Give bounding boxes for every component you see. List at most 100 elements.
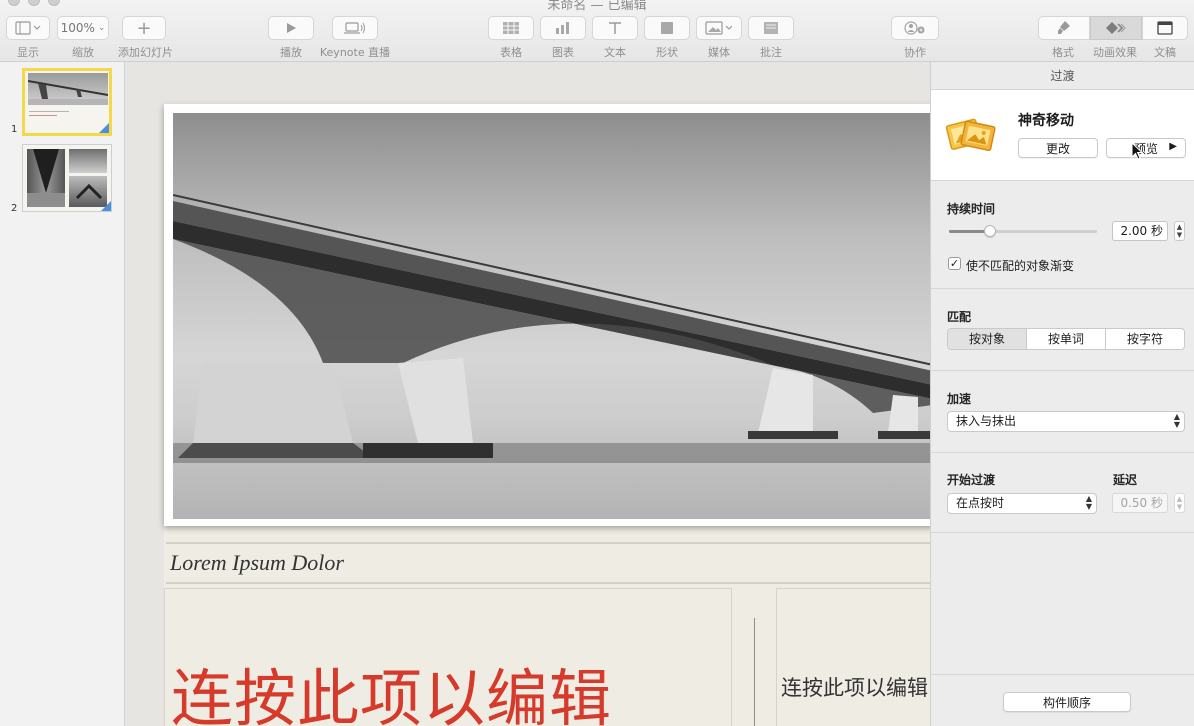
section-divider: [931, 674, 1194, 675]
format-button[interactable]: 格式: [1038, 16, 1090, 60]
slide-number: 1: [11, 124, 18, 135]
slide-number: 2: [11, 203, 18, 214]
chart-button[interactable]: 图表: [540, 16, 586, 60]
shape-label: 形状: [656, 46, 678, 59]
match-by-object[interactable]: 按对象: [948, 329, 1027, 349]
document-icon: [1157, 21, 1173, 35]
format-label: 格式: [1052, 46, 1074, 59]
slide-title-placeholder[interactable]: 连按此项以编辑: [171, 648, 612, 726]
zoom-value: 100%: [60, 21, 95, 35]
media-icon: [705, 21, 733, 35]
current-slide[interactable]: Lorem Ipsum Dolor 连按此项以编辑 连按此项以编辑: [164, 102, 930, 726]
slide-thumbnail-1[interactable]: [22, 68, 112, 136]
bridge-illustration: [173, 194, 930, 519]
add-slide-button[interactable]: + 添加幻灯片: [118, 16, 173, 60]
checkmark-icon: ✓: [949, 257, 960, 270]
zoom-label: 缩放: [72, 46, 94, 59]
build-order-button[interactable]: 构件顺序: [1003, 692, 1131, 712]
thumbnail-text-line: [29, 111, 69, 112]
paintbrush-icon: [1058, 21, 1070, 34]
start-transition-popup[interactable]: 在点按时 ▲ ▼: [947, 493, 1097, 514]
inspector-tab-title[interactable]: 过渡: [931, 62, 1194, 90]
animate-button[interactable]: 动画效果: [1090, 16, 1142, 60]
photo-frame[interactable]: [164, 104, 930, 526]
text-label: 文本: [604, 46, 626, 59]
keynote-live-label: Keynote 直播: [319, 46, 391, 59]
acceleration-popup[interactable]: 抹入与抹出 ▲ ▼: [947, 411, 1185, 432]
popup-arrows-icon: ▲ ▼: [1085, 494, 1092, 511]
view-menu-button[interactable]: 显示: [6, 16, 50, 60]
collaborate-label: 协作: [904, 46, 926, 59]
play-icon: [287, 23, 296, 33]
media-button[interactable]: 媒体: [696, 16, 742, 60]
duration-field[interactable]: 2.00 秒: [1112, 221, 1168, 241]
delay-stepper[interactable]: ▲ ▼: [1174, 493, 1185, 513]
magic-move-icon: [945, 118, 996, 152]
keynote-live-button[interactable]: Keynote 直播: [318, 16, 392, 60]
bridge-photo[interactable]: [173, 113, 930, 519]
add-slide-label: 添加幻灯片: [118, 46, 173, 59]
match-by-word[interactable]: 按单词: [1027, 329, 1106, 349]
keynote-live-icon: [344, 22, 365, 34]
comment-button[interactable]: 批注: [748, 16, 794, 60]
divider-line: [166, 582, 930, 584]
slide-body-placeholder[interactable]: 连按此项以编辑: [781, 672, 928, 702]
document-button[interactable]: 文稿: [1142, 16, 1188, 60]
start-transition-title: 开始过渡: [947, 473, 996, 487]
table-label: 表格: [500, 46, 522, 59]
build-order-label: 构件顺序: [1042, 695, 1091, 710]
table-button[interactable]: 表格: [488, 16, 534, 60]
media-label: 媒体: [708, 46, 730, 59]
sky-thumbnail-image: [69, 149, 107, 173]
animate-label: 动画效果: [1093, 46, 1137, 59]
chart-label: 图表: [552, 46, 574, 59]
change-transition-button[interactable]: 更改: [1018, 138, 1098, 158]
fade-unmatched-label: 使不匹配的对象渐变: [966, 259, 1075, 273]
slide-canvas[interactable]: Lorem Ipsum Dolor 连按此项以编辑 连按此项以编辑: [125, 62, 930, 726]
play-label: 播放: [280, 46, 302, 59]
divider-line: [166, 542, 930, 544]
duration-slider[interactable]: [949, 225, 1097, 237]
play-button[interactable]: 播放: [268, 16, 314, 60]
preview-button[interactable]: 预览 ▶: [1106, 138, 1186, 158]
slide-subtitle[interactable]: Lorem Ipsum Dolor: [170, 550, 344, 576]
match-segmented-control[interactable]: 按对象 按单词 按字符: [947, 328, 1185, 350]
fade-unmatched-checkbox[interactable]: ✓: [948, 257, 961, 270]
build-badge: [101, 201, 111, 211]
slide-thumbnail-2[interactable]: [22, 144, 112, 212]
acceleration-title: 加速: [947, 392, 972, 406]
acceleration-value: 抹入与抹出: [956, 414, 1017, 428]
collaborate-button[interactable]: 协作: [891, 16, 939, 60]
collaborate-icon: [904, 21, 925, 35]
delay-field[interactable]: 0.50 秒: [1112, 493, 1168, 513]
shape-icon: [661, 22, 673, 34]
chevron-down-icon: ⌄: [97, 23, 106, 33]
build-badge: [99, 123, 109, 133]
body-text-box-right[interactable]: [776, 588, 930, 726]
duration-slider-knob[interactable]: [984, 225, 997, 237]
thumbnail-text-line: [29, 115, 57, 116]
text-icon: [609, 22, 621, 34]
document-label: 文稿: [1154, 46, 1176, 59]
view-icon: [15, 21, 41, 35]
section-divider: [931, 288, 1194, 289]
text-button[interactable]: 文本: [592, 16, 638, 60]
popup-arrows-icon: ▲ ▼: [1173, 412, 1180, 429]
chart-icon: [556, 22, 569, 34]
duration-title: 持续时间: [947, 202, 996, 216]
section-divider: [931, 452, 1194, 453]
transition-name: 神奇移动: [1018, 113, 1074, 129]
duration-stepper[interactable]: ▲ ▼: [1174, 221, 1185, 241]
match-title: 匹配: [947, 310, 972, 324]
animate-inspector: 过渡 神奇移动 更改 预览 ▶ 持续时间 2.00 秒 ▲ ▼ ✓ 使不匹配的对…: [930, 62, 1194, 726]
plus-icon: +: [136, 17, 152, 39]
zoom-menu-button[interactable]: 100% ⌄ 缩放: [57, 16, 109, 60]
toolbar: 未命名 — 已编辑 显示 100% ⌄ 缩放 + 添加幻灯片 播放 Keynote…: [0, 0, 1194, 62]
mouse-cursor-icon: [1131, 142, 1143, 160]
bridge-thumbnail-image: [27, 73, 109, 105]
animate-icon: [1106, 22, 1126, 34]
slide-navigator: 1 2: [0, 62, 125, 726]
shape-button[interactable]: 形状: [644, 16, 690, 60]
match-by-character[interactable]: 按字符: [1106, 329, 1184, 349]
comment-icon: [764, 22, 778, 34]
